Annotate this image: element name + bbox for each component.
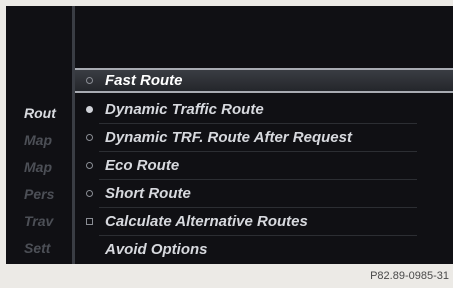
sidebar-item-map-1[interactable]: Map (6, 128, 72, 152)
figure-caption: P82.89-0985-31 (370, 270, 449, 282)
separator (99, 123, 417, 124)
separator (99, 207, 417, 208)
sidebar-item-map-2[interactable]: Map (6, 155, 72, 179)
option-label: Eco Route (105, 157, 180, 174)
option-label: Calculate Alternative Routes (105, 213, 308, 230)
radio-selected-icon (85, 106, 93, 113)
sidebar-item-route[interactable]: Rout (6, 101, 72, 125)
sidebar-item-personal[interactable]: Pers (6, 182, 72, 206)
radio-icon (85, 190, 93, 197)
checkbox-icon (85, 218, 93, 225)
sidebar-item-travel[interactable]: Trav (6, 209, 72, 233)
separator (99, 235, 417, 236)
option-label: Short Route (105, 185, 191, 202)
separator (99, 179, 417, 180)
option-calculate-alternative-routes[interactable]: Calculate Alternative Routes (75, 209, 453, 234)
route-options-list: Fast Route Dynamic Traffic Route Dynamic… (75, 6, 453, 264)
option-avoid-options[interactable]: Avoid Options (75, 237, 453, 262)
navigation-screen: Rout Map Map Pers Trav Sett Fast Route D… (6, 6, 453, 264)
option-label: Avoid Options (105, 241, 208, 258)
sidebar-menu: Rout Map Map Pers Trav Sett (6, 6, 72, 264)
option-eco-route[interactable]: Eco Route (75, 153, 453, 178)
option-fast-route[interactable]: Fast Route (75, 68, 453, 93)
option-dynamic-trf-route-after-request[interactable]: Dynamic TRF. Route After Request (75, 125, 453, 150)
option-label: Dynamic Traffic Route (105, 101, 264, 118)
option-label: Dynamic TRF. Route After Request (105, 129, 352, 146)
option-label: Fast Route (105, 72, 183, 89)
radio-icon (85, 134, 93, 141)
separator (99, 151, 417, 152)
radio-icon (85, 162, 93, 169)
radio-icon (85, 77, 93, 84)
option-dynamic-traffic-route[interactable]: Dynamic Traffic Route (75, 97, 453, 122)
sidebar-item-settings[interactable]: Sett (6, 236, 72, 260)
option-short-route[interactable]: Short Route (75, 181, 453, 206)
